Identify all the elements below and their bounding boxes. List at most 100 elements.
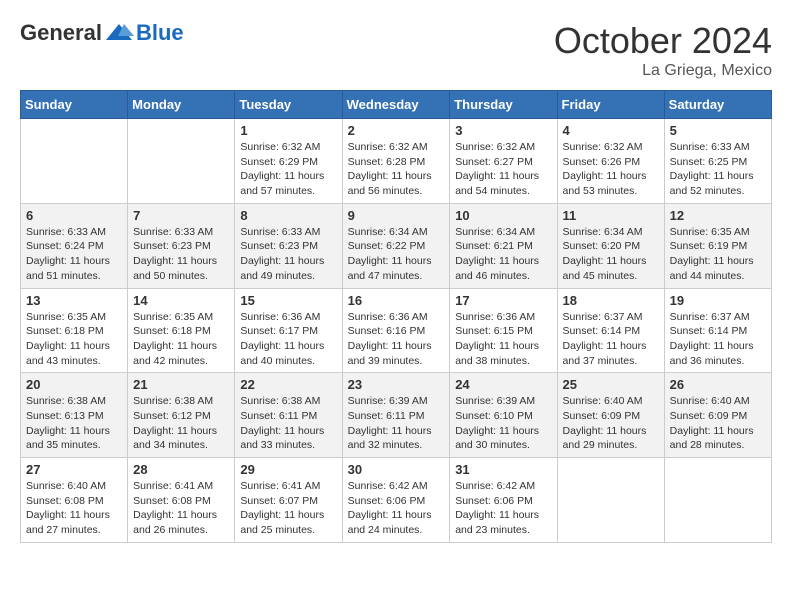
calendar-cell: 11Sunrise: 6:34 AM Sunset: 6:20 PM Dayli… (557, 203, 664, 288)
day-info: Sunrise: 6:33 AM Sunset: 6:24 PM Dayligh… (26, 225, 122, 284)
day-number: 2 (348, 123, 445, 138)
day-number: 7 (133, 208, 229, 223)
calendar-cell (664, 458, 771, 543)
calendar-cell: 10 Sunrise: 6:34 AM Sunset: 6:21 PM Dayli… (450, 203, 557, 288)
day-number: 5 (670, 123, 766, 138)
day-number: 21 (133, 377, 229, 392)
day-info: Sunrise: 6:32 AM Sunset: 6:29 PM Dayligh… (240, 140, 336, 199)
calendar-cell: 20 Sunrise: 6:38 AM Sunset: 6:13 PM Dayli… (21, 373, 128, 458)
day-number: 30 (348, 462, 445, 477)
calendar-cell: 19 Sunrise: 6:37 AM Sunset: 6:14 PM Dayli… (664, 288, 771, 373)
calendar-cell: 15 Sunrise: 6:36 AM Sunset: 6:17 PM Dayli… (235, 288, 342, 373)
day-number: 6 (26, 208, 122, 223)
day-info: Sunrise: 6:40 AM Sunset: 6:09 PM Dayligh… (670, 394, 766, 453)
calendar-cell: 27 Sunrise: 6:40 AM Sunset: 6:08 PM Dayli… (21, 458, 128, 543)
day-info: Sunrise: 6:42 AM Sunset: 6:06 PM Dayligh… (455, 479, 551, 538)
day-info: Sunrise: 6:32 AM Sunset: 6:26 PM Dayligh… (563, 140, 659, 199)
day-info: Sunrise: 6:34 AM Sunset: 6:21 PM Dayligh… (455, 225, 551, 284)
calendar-cell: 3Sunrise: 6:32 AM Sunset: 6:27 PM Daylig… (450, 119, 557, 204)
day-info: Sunrise: 6:37 AM Sunset: 6:14 PM Dayligh… (563, 310, 659, 369)
calendar-cell: 6 Sunrise: 6:33 AM Sunset: 6:24 PM Daylig… (21, 203, 128, 288)
day-header-monday: Monday (128, 91, 235, 119)
day-header-saturday: Saturday (664, 91, 771, 119)
calendar-cell: 8Sunrise: 6:33 AM Sunset: 6:23 PM Daylig… (235, 203, 342, 288)
calendar-cell: 5Sunrise: 6:33 AM Sunset: 6:25 PM Daylig… (664, 119, 771, 204)
day-info: Sunrise: 6:35 AM Sunset: 6:19 PM Dayligh… (670, 225, 766, 284)
day-info: Sunrise: 6:41 AM Sunset: 6:07 PM Dayligh… (240, 479, 336, 538)
day-number: 11 (563, 208, 659, 223)
day-info: Sunrise: 6:34 AM Sunset: 6:22 PM Dayligh… (348, 225, 445, 284)
day-number: 10 (455, 208, 551, 223)
day-header-friday: Friday (557, 91, 664, 119)
location: La Griega, Mexico (554, 62, 772, 80)
calendar-cell (21, 119, 128, 204)
day-number: 14 (133, 293, 229, 308)
day-number: 9 (348, 208, 445, 223)
calendar-cell: 7 Sunrise: 6:33 AM Sunset: 6:23 PM Daylig… (128, 203, 235, 288)
day-info: Sunrise: 6:38 AM Sunset: 6:12 PM Dayligh… (133, 394, 229, 453)
calendar-cell: 24 Sunrise: 6:39 AM Sunset: 6:10 PM Dayli… (450, 373, 557, 458)
day-info: Sunrise: 6:32 AM Sunset: 6:27 PM Dayligh… (455, 140, 551, 199)
day-info: Sunrise: 6:36 AM Sunset: 6:17 PM Dayligh… (240, 310, 336, 369)
day-number: 16 (348, 293, 445, 308)
calendar-cell: 18Sunrise: 6:37 AM Sunset: 6:14 PM Dayli… (557, 288, 664, 373)
day-header-tuesday: Tuesday (235, 91, 342, 119)
day-number: 24 (455, 377, 551, 392)
day-info: Sunrise: 6:40 AM Sunset: 6:09 PM Dayligh… (563, 394, 659, 453)
calendar-cell: 17 Sunrise: 6:36 AM Sunset: 6:15 PM Dayli… (450, 288, 557, 373)
day-info: Sunrise: 6:39 AM Sunset: 6:10 PM Dayligh… (455, 394, 551, 453)
calendar-cell: 30Sunrise: 6:42 AM Sunset: 6:06 PM Dayli… (342, 458, 450, 543)
calendar-cell: 1 Sunrise: 6:32 AM Sunset: 6:29 PM Daylig… (235, 119, 342, 204)
day-number: 19 (670, 293, 766, 308)
calendar-cell: 13Sunrise: 6:35 AM Sunset: 6:18 PM Dayli… (21, 288, 128, 373)
calendar-cell (557, 458, 664, 543)
day-info: Sunrise: 6:35 AM Sunset: 6:18 PM Dayligh… (133, 310, 229, 369)
calendar-week-1: 1 Sunrise: 6:32 AM Sunset: 6:29 PM Daylig… (21, 119, 772, 204)
calendar-header-row: SundayMondayTuesdayWednesdayThursdayFrid… (21, 91, 772, 119)
calendar-cell: 14 Sunrise: 6:35 AM Sunset: 6:18 PM Dayli… (128, 288, 235, 373)
day-number: 1 (240, 123, 336, 138)
logo: General Blue (20, 20, 184, 46)
day-info: Sunrise: 6:37 AM Sunset: 6:14 PM Dayligh… (670, 310, 766, 369)
calendar-cell: 21 Sunrise: 6:38 AM Sunset: 6:12 PM Dayli… (128, 373, 235, 458)
day-info: Sunrise: 6:32 AM Sunset: 6:28 PM Dayligh… (348, 140, 445, 199)
day-info: Sunrise: 6:41 AM Sunset: 6:08 PM Dayligh… (133, 479, 229, 538)
calendar-cell: 2 Sunrise: 6:32 AM Sunset: 6:28 PM Daylig… (342, 119, 450, 204)
logo-blue: Blue (136, 20, 184, 46)
day-info: Sunrise: 6:40 AM Sunset: 6:08 PM Dayligh… (26, 479, 122, 538)
calendar-cell: 23 Sunrise: 6:39 AM Sunset: 6:11 PM Dayli… (342, 373, 450, 458)
calendar-cell: 25 Sunrise: 6:40 AM Sunset: 6:09 PM Dayli… (557, 373, 664, 458)
logo-icon (104, 22, 134, 44)
day-info: Sunrise: 6:39 AM Sunset: 6:11 PM Dayligh… (348, 394, 445, 453)
calendar-cell: 28 Sunrise: 6:41 AM Sunset: 6:08 PM Dayli… (128, 458, 235, 543)
calendar-cell: 12Sunrise: 6:35 AM Sunset: 6:19 PM Dayli… (664, 203, 771, 288)
day-number: 25 (563, 377, 659, 392)
day-info: Sunrise: 6:38 AM Sunset: 6:13 PM Dayligh… (26, 394, 122, 453)
day-number: 4 (563, 123, 659, 138)
calendar-cell (128, 119, 235, 204)
day-number: 29 (240, 462, 336, 477)
day-number: 28 (133, 462, 229, 477)
day-info: Sunrise: 6:36 AM Sunset: 6:15 PM Dayligh… (455, 310, 551, 369)
day-number: 8 (240, 208, 336, 223)
day-number: 15 (240, 293, 336, 308)
day-header-thursday: Thursday (450, 91, 557, 119)
day-header-sunday: Sunday (21, 91, 128, 119)
day-number: 23 (348, 377, 445, 392)
day-info: Sunrise: 6:33 AM Sunset: 6:23 PM Dayligh… (133, 225, 229, 284)
calendar-cell: 29 Sunrise: 6:41 AM Sunset: 6:07 PM Dayli… (235, 458, 342, 543)
calendar-cell: 26Sunrise: 6:40 AM Sunset: 6:09 PM Dayli… (664, 373, 771, 458)
day-number: 27 (26, 462, 122, 477)
day-number: 17 (455, 293, 551, 308)
day-number: 20 (26, 377, 122, 392)
day-info: Sunrise: 6:36 AM Sunset: 6:16 PM Dayligh… (348, 310, 445, 369)
logo-general: General (20, 20, 102, 46)
calendar-cell: 31Sunrise: 6:42 AM Sunset: 6:06 PM Dayli… (450, 458, 557, 543)
day-number: 22 (240, 377, 336, 392)
calendar-week-5: 27 Sunrise: 6:40 AM Sunset: 6:08 PM Dayli… (21, 458, 772, 543)
calendar-cell: 4 Sunrise: 6:32 AM Sunset: 6:26 PM Daylig… (557, 119, 664, 204)
title-section: October 2024 La Griega, Mexico (554, 20, 772, 80)
calendar-week-3: 13Sunrise: 6:35 AM Sunset: 6:18 PM Dayli… (21, 288, 772, 373)
page-header: General Blue October 2024 La Griega, Mex… (20, 20, 772, 80)
calendar-cell: 22Sunrise: 6:38 AM Sunset: 6:11 PM Dayli… (235, 373, 342, 458)
